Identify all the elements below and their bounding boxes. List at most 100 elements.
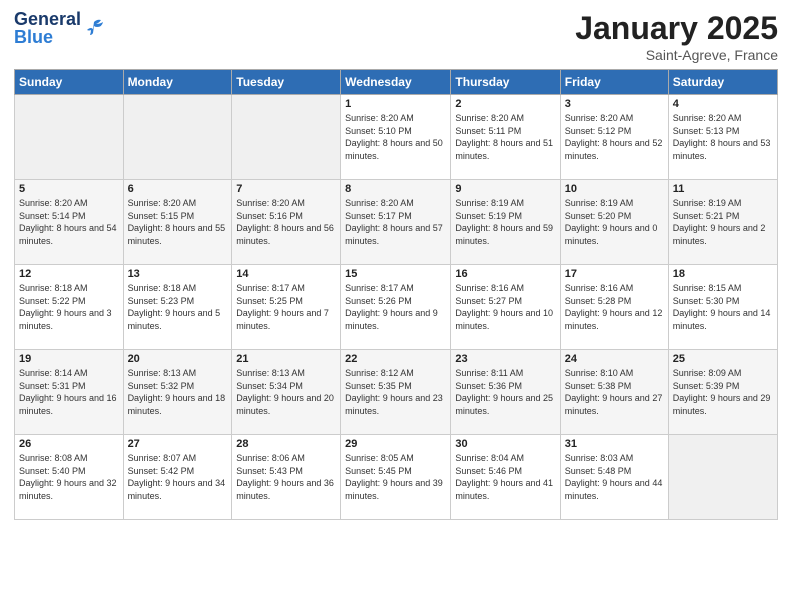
calendar-cell: 21Sunrise: 8:13 AM Sunset: 5:34 PM Dayli… [232, 350, 341, 435]
day-info: Sunrise: 8:17 AM Sunset: 5:26 PM Dayligh… [345, 282, 446, 332]
day-info: Sunrise: 8:20 AM Sunset: 5:15 PM Dayligh… [128, 197, 228, 247]
calendar-cell: 20 Sunrise: 8:13 AM Sunset: 5:32 PM Dayli… [123, 350, 232, 435]
calendar-cell: 9 Sunrise: 8:19 AM Sunset: 5:19 PM Daylig… [451, 180, 560, 265]
day-info: Sunrise: 8:19 AM Sunset: 5:19 PM Dayligh… [455, 197, 555, 247]
day-number: 28 [236, 438, 336, 450]
col-header-sunday: Sunday [15, 70, 124, 95]
day-info: Sunrise: 8:06 AM Sunset: 5:43 PM Dayligh… [236, 452, 336, 502]
day-number: 9 [455, 183, 555, 195]
day-number: 6 [128, 183, 228, 195]
day-number: 8 [345, 183, 446, 195]
logo-blue: Blue [14, 28, 81, 46]
month-title: January 2025 [575, 10, 778, 47]
calendar-cell: 10 Sunrise: 8:19 AM Sunset: 5:20 PM Dayli… [560, 180, 668, 265]
day-info: Sunrise: 8:03 AM Sunset: 5:48 PM Dayligh… [565, 452, 664, 502]
day-number: 19 [19, 353, 119, 365]
logo: General Blue [14, 10, 105, 46]
day-info: Sunrise: 8:20 AM Sunset: 5:12 PM Dayligh… [565, 112, 664, 162]
calendar-week-1: 1 Sunrise: 8:20 AM Sunset: 5:10 PM Daylig… [15, 95, 778, 180]
calendar-cell: 1 Sunrise: 8:20 AM Sunset: 5:10 PM Daylig… [341, 95, 451, 180]
calendar-cell: 31 Sunrise: 8:03 AM Sunset: 5:48 PM Dayli… [560, 435, 668, 520]
calendar-cell: 17 Sunrise: 8:16 AM Sunset: 5:28 PM Dayli… [560, 265, 668, 350]
day-number: 12 [19, 268, 119, 280]
day-number: 30 [455, 438, 555, 450]
calendar-cell: 16Sunrise: 8:16 AM Sunset: 5:27 PM Dayli… [451, 265, 560, 350]
col-header-monday: Monday [123, 70, 232, 95]
day-info: Sunrise: 8:04 AM Sunset: 5:46 PM Dayligh… [455, 452, 555, 502]
day-number: 21 [236, 353, 336, 365]
calendar-cell: 18 Sunrise: 8:15 AM Sunset: 5:30 PM Dayli… [668, 265, 777, 350]
day-number: 14 [236, 268, 336, 280]
day-number: 2 [455, 98, 555, 110]
day-info: Sunrise: 8:20 AM Sunset: 5:13 PM Dayligh… [673, 112, 773, 162]
col-header-friday: Friday [560, 70, 668, 95]
calendar-header-row: SundayMondayTuesdayWednesdayThursdayFrid… [15, 70, 778, 95]
logo-bird-icon [83, 17, 105, 39]
day-number: 13 [128, 268, 228, 280]
day-info: Sunrise: 8:20 AM Sunset: 5:17 PM Dayligh… [345, 197, 446, 247]
day-number: 18 [673, 268, 773, 280]
calendar-cell: 5Sunrise: 8:20 AM Sunset: 5:14 PM Daylig… [15, 180, 124, 265]
day-info: Sunrise: 8:13 AM Sunset: 5:32 PM Dayligh… [128, 367, 228, 417]
calendar-table: SundayMondayTuesdayWednesdayThursdayFrid… [14, 69, 778, 520]
day-info: Sunrise: 8:07 AM Sunset: 5:42 PM Dayligh… [128, 452, 228, 502]
calendar-week-4: 19Sunrise: 8:14 AM Sunset: 5:31 PM Dayli… [15, 350, 778, 435]
calendar-cell: 15 Sunrise: 8:17 AM Sunset: 5:26 PM Dayli… [341, 265, 451, 350]
location: Saint-Agreve, France [575, 47, 778, 63]
calendar-cell: 14 Sunrise: 8:17 AM Sunset: 5:25 PM Dayli… [232, 265, 341, 350]
day-info: Sunrise: 8:20 AM Sunset: 5:14 PM Dayligh… [19, 197, 119, 247]
day-number: 23 [455, 353, 555, 365]
day-number: 15 [345, 268, 446, 280]
day-info: Sunrise: 8:10 AM Sunset: 5:38 PM Dayligh… [565, 367, 664, 417]
day-number: 29 [345, 438, 446, 450]
day-number: 26 [19, 438, 119, 450]
calendar-week-3: 12Sunrise: 8:18 AM Sunset: 5:22 PM Dayli… [15, 265, 778, 350]
calendar-cell: 29 Sunrise: 8:05 AM Sunset: 5:45 PM Dayli… [341, 435, 451, 520]
day-number: 16 [455, 268, 555, 280]
title-block: January 2025 Saint-Agreve, France [575, 10, 778, 63]
day-info: Sunrise: 8:16 AM Sunset: 5:28 PM Dayligh… [565, 282, 664, 332]
col-header-wednesday: Wednesday [341, 70, 451, 95]
day-info: Sunrise: 8:08 AM Sunset: 5:40 PM Dayligh… [19, 452, 119, 502]
day-number: 17 [565, 268, 664, 280]
calendar-cell [232, 95, 341, 180]
day-number: 27 [128, 438, 228, 450]
day-info: Sunrise: 8:20 AM Sunset: 5:11 PM Dayligh… [455, 112, 555, 162]
day-number: 3 [565, 98, 664, 110]
day-info: Sunrise: 8:15 AM Sunset: 5:30 PM Dayligh… [673, 282, 773, 332]
calendar-cell [15, 95, 124, 180]
calendar-cell: 4 Sunrise: 8:20 AM Sunset: 5:13 PM Daylig… [668, 95, 777, 180]
day-number: 10 [565, 183, 664, 195]
day-info: Sunrise: 8:09 AM Sunset: 5:39 PM Dayligh… [673, 367, 773, 417]
day-number: 22 [345, 353, 446, 365]
day-number: 4 [673, 98, 773, 110]
col-header-thursday: Thursday [451, 70, 560, 95]
calendar-cell: 3 Sunrise: 8:20 AM Sunset: 5:12 PM Daylig… [560, 95, 668, 180]
day-number: 20 [128, 353, 228, 365]
day-number: 25 [673, 353, 773, 365]
calendar-cell: 27 Sunrise: 8:07 AM Sunset: 5:42 PM Dayli… [123, 435, 232, 520]
day-number: 24 [565, 353, 664, 365]
day-info: Sunrise: 8:05 AM Sunset: 5:45 PM Dayligh… [345, 452, 446, 502]
day-info: Sunrise: 8:12 AM Sunset: 5:35 PM Dayligh… [345, 367, 446, 417]
calendar-cell: 24 Sunrise: 8:10 AM Sunset: 5:38 PM Dayli… [560, 350, 668, 435]
page-container: General Blue January 2025 Saint-Agreve, … [0, 0, 792, 612]
col-header-tuesday: Tuesday [232, 70, 341, 95]
calendar-cell: 28 Sunrise: 8:06 AM Sunset: 5:43 PM Dayli… [232, 435, 341, 520]
day-info: Sunrise: 8:20 AM Sunset: 5:10 PM Dayligh… [345, 112, 446, 162]
day-info: Sunrise: 8:20 AM Sunset: 5:16 PM Dayligh… [236, 197, 336, 247]
day-info: Sunrise: 8:19 AM Sunset: 5:20 PM Dayligh… [565, 197, 664, 247]
day-number: 1 [345, 98, 446, 110]
day-number: 31 [565, 438, 664, 450]
calendar-cell: 23 Sunrise: 8:11 AM Sunset: 5:36 PM Dayli… [451, 350, 560, 435]
calendar-cell: 7Sunrise: 8:20 AM Sunset: 5:16 PM Daylig… [232, 180, 341, 265]
calendar-week-2: 5Sunrise: 8:20 AM Sunset: 5:14 PM Daylig… [15, 180, 778, 265]
calendar-cell: 6 Sunrise: 8:20 AM Sunset: 5:15 PM Daylig… [123, 180, 232, 265]
calendar-cell: 13Sunrise: 8:18 AM Sunset: 5:23 PM Dayli… [123, 265, 232, 350]
day-info: Sunrise: 8:17 AM Sunset: 5:25 PM Dayligh… [236, 282, 336, 332]
col-header-saturday: Saturday [668, 70, 777, 95]
page-header: General Blue January 2025 Saint-Agreve, … [14, 10, 778, 63]
logo-general: General [14, 10, 81, 28]
day-info: Sunrise: 8:11 AM Sunset: 5:36 PM Dayligh… [455, 367, 555, 417]
calendar-cell: 8 Sunrise: 8:20 AM Sunset: 5:17 PM Daylig… [341, 180, 451, 265]
